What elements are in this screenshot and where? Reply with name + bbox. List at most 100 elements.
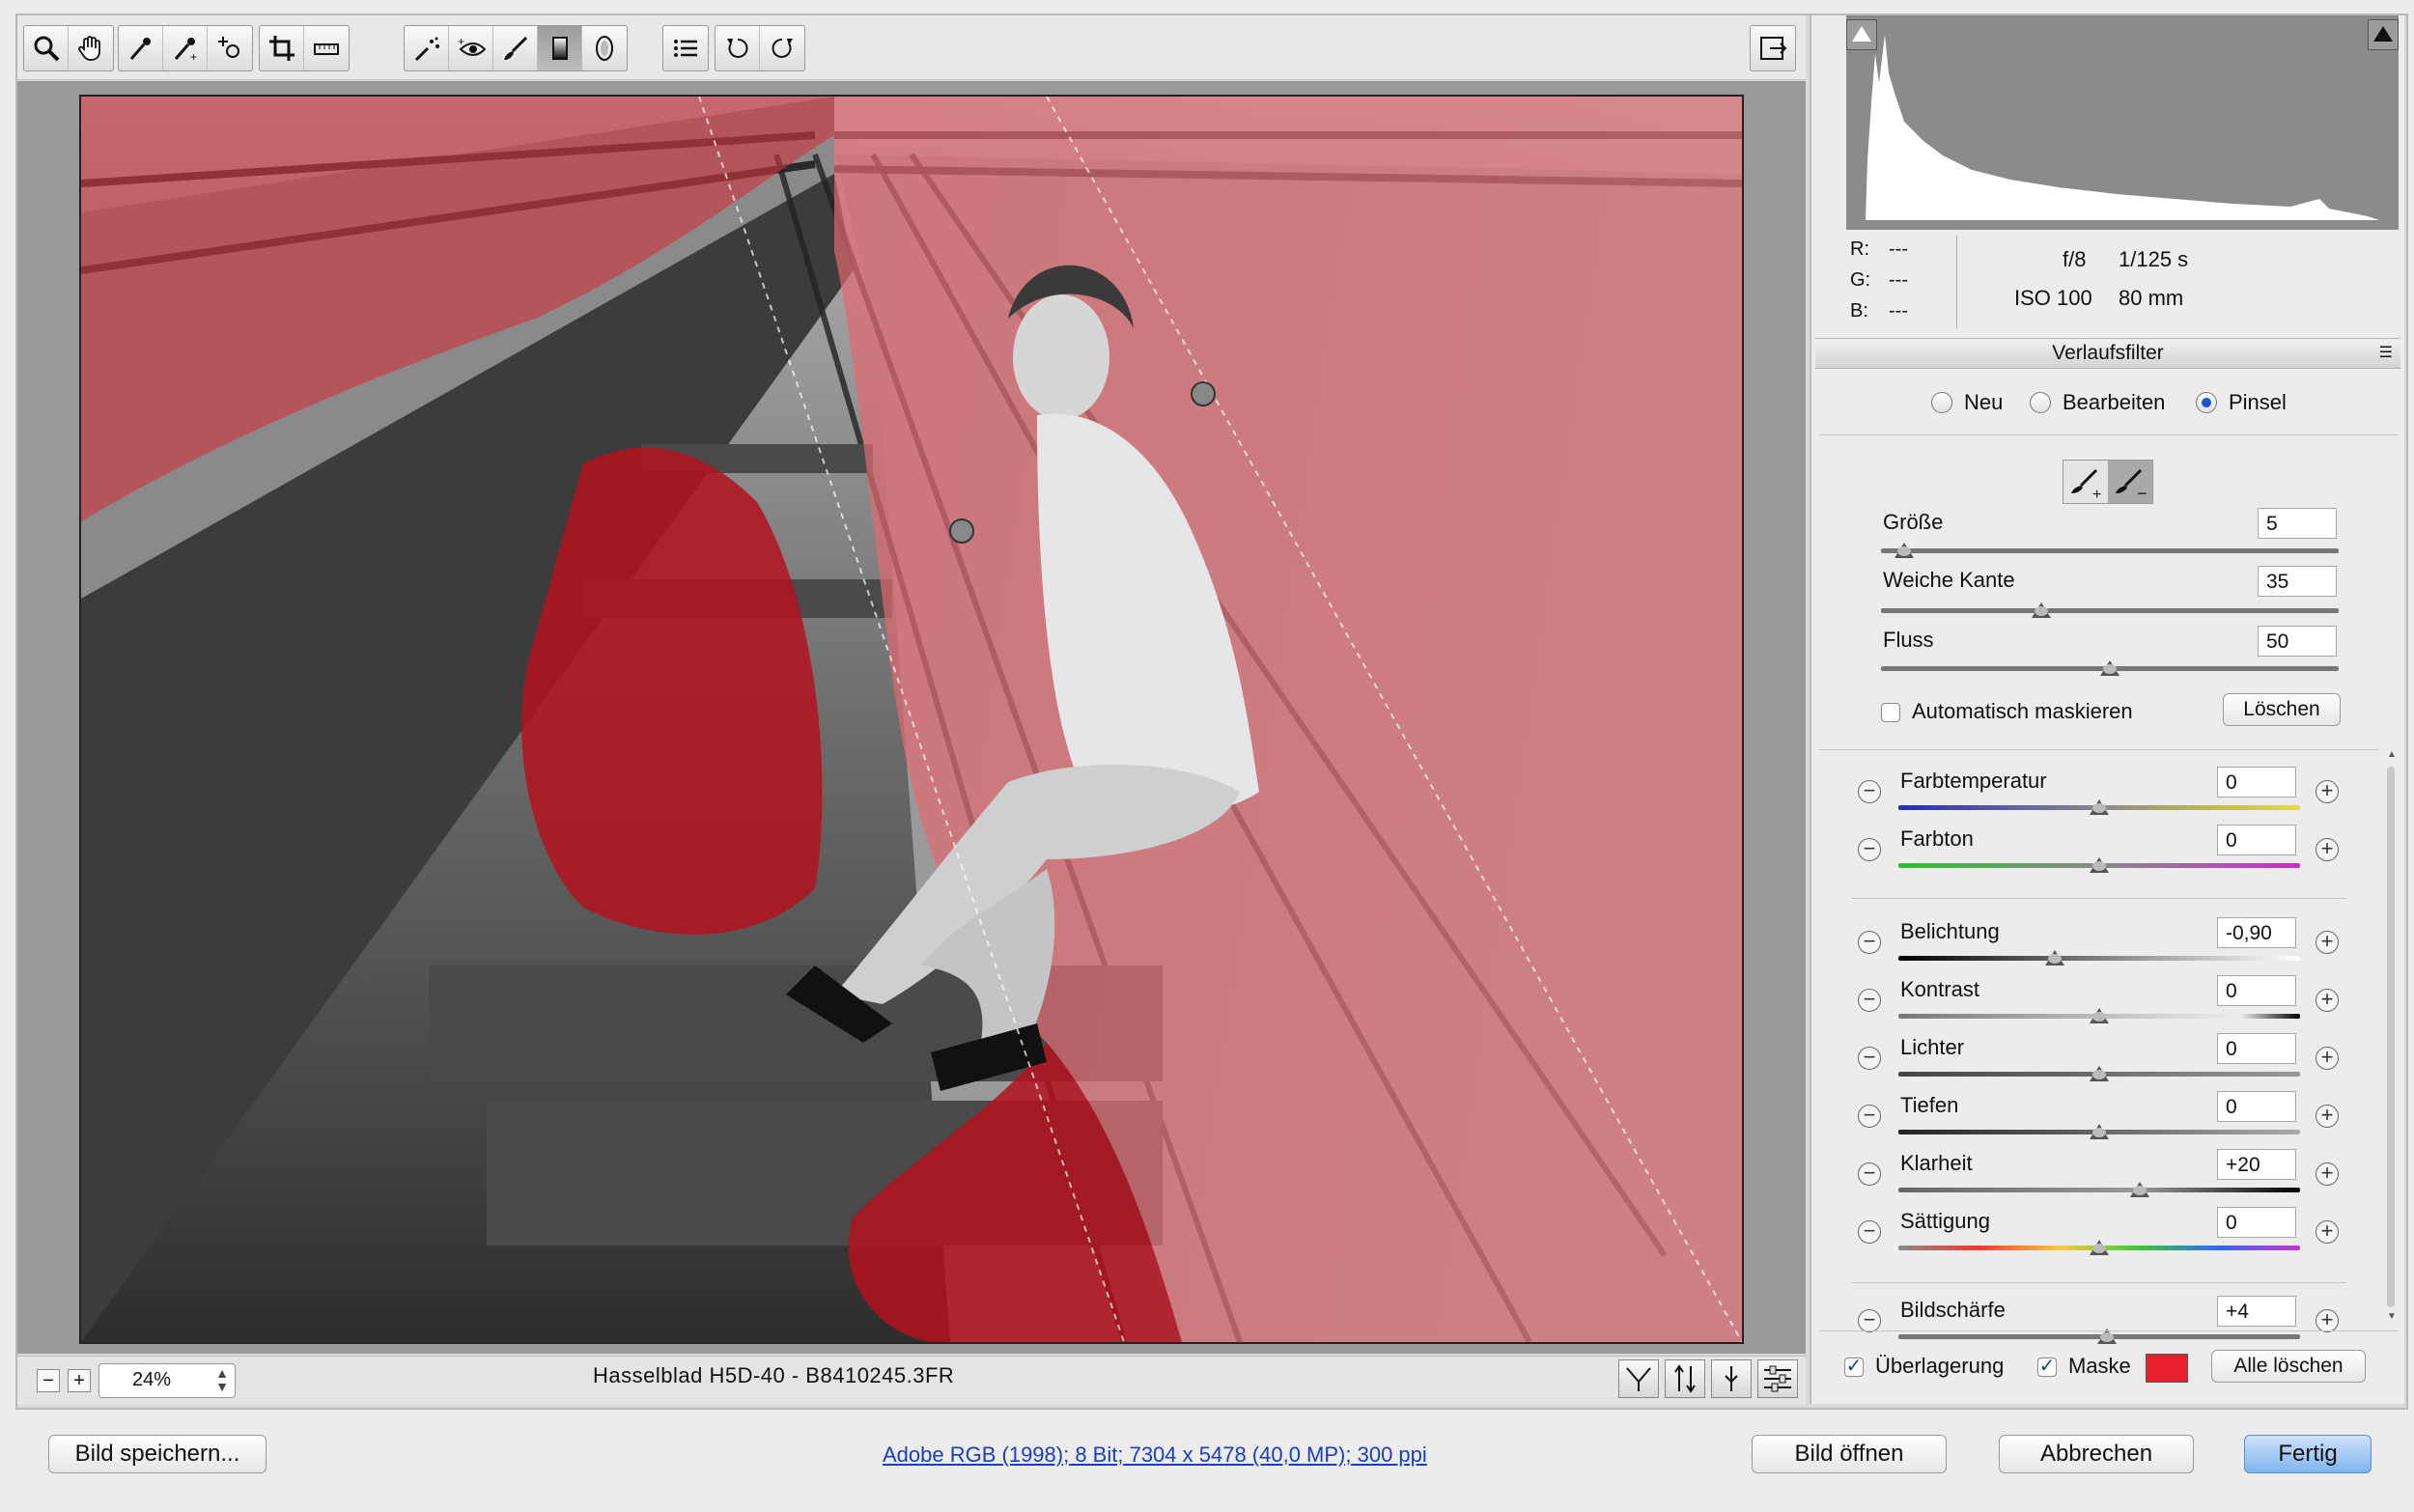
overlay-checkbox[interactable]: ✓ (1844, 1357, 1864, 1377)
zoom-icon[interactable] (24, 26, 69, 70)
adjustment-value-input[interactable]: 0 (2217, 975, 2296, 1006)
weiche-kante-slider-thumb[interactable] (2031, 602, 2051, 618)
decrease-klarheit-button[interactable]: − (1858, 1162, 1881, 1186)
fertig-button[interactable]: Fertig (2244, 1435, 2372, 1473)
adjustment-value-input[interactable]: 0 (2217, 1091, 2296, 1122)
straighten-icon[interactable] (304, 26, 349, 70)
hand-icon[interactable] (69, 26, 113, 70)
graduated-filter-icon[interactable] (538, 26, 582, 70)
adjustment-label: Kontrast (1900, 977, 1979, 1001)
adjustment-slider-thumb[interactable] (2090, 857, 2109, 873)
adjustment-slider-thumb[interactable] (2090, 1240, 2109, 1255)
adjustment-slider-thumb[interactable] (2045, 950, 2065, 966)
fluss-slider-thumb[interactable] (2100, 660, 2119, 676)
fullscreen-icon[interactable] (1751, 26, 1795, 70)
decrease-farbton-button[interactable]: − (1858, 838, 1881, 861)
white-balance-icon[interactable] (119, 26, 163, 70)
mask-checkbox[interactable]: ✓ (2037, 1357, 2057, 1377)
adjustment-slider-thumb[interactable] (2090, 1066, 2109, 1081)
adjustment-slider-thumb[interactable] (2129, 1182, 2149, 1197)
increase-tiefen-button[interactable]: + (2316, 1105, 2339, 1128)
increase-belichtung-button[interactable]: + (2316, 931, 2339, 954)
adjustment-value-input[interactable]: +4 (2217, 1296, 2296, 1327)
weiche-kante-input[interactable]: 35 (2258, 566, 2337, 597)
preview-preferences-button[interactable] (1757, 1359, 1798, 1398)
decrease-kontrast-button[interactable]: − (1858, 989, 1881, 1012)
scroll-thumb[interactable] (2387, 767, 2395, 1307)
radial-filter-icon[interactable] (582, 26, 627, 70)
panel-title: Verlaufsfilter ☰ (1815, 338, 2400, 369)
rotate-left-icon[interactable] (716, 26, 760, 70)
red-eye-icon[interactable]: + (449, 26, 493, 70)
adjustment-value-input[interactable]: 0 (2217, 1033, 2296, 1064)
alle-loeschen-button[interactable]: Alle löschen (2211, 1350, 2366, 1383)
adjustment-value-input[interactable]: 0 (2217, 767, 2296, 798)
zoom-select[interactable]: 24% ▲ ▼ (98, 1363, 236, 1398)
color-sampler-icon[interactable]: + (163, 26, 208, 70)
adjustment-slider-track[interactable] (1898, 956, 2300, 961)
photo-preview[interactable] (79, 95, 1744, 1344)
increase-kontrast-button[interactable]: + (2316, 989, 2339, 1012)
decrease-lichter-button[interactable]: − (1858, 1047, 1881, 1070)
groesse-slider-thumb[interactable] (1894, 543, 1914, 558)
zoom-out-button[interactable]: − (37, 1369, 60, 1392)
decrease-bildschärfe-button[interactable]: − (1858, 1309, 1881, 1332)
increase-lichter-button[interactable]: + (2316, 1047, 2339, 1070)
automask-checkbox[interactable] (1881, 703, 1900, 722)
brush-erase-icon[interactable]: − (2108, 461, 2152, 503)
brush-add-icon[interactable]: + (2063, 461, 2108, 503)
tool-group-local: + (404, 25, 628, 71)
separator (1852, 1282, 2346, 1283)
increase-farbtemperatur-button[interactable]: + (2316, 780, 2339, 803)
rotate-right-icon[interactable] (760, 26, 804, 70)
spot-removal-icon[interactable] (405, 26, 449, 70)
decrease-tiefen-button[interactable]: − (1858, 1105, 1881, 1128)
swap-settings-button[interactable] (1665, 1359, 1705, 1398)
decrease-farbtemperatur-button[interactable]: − (1858, 780, 1881, 803)
crop-icon[interactable] (260, 26, 304, 70)
weiche-kante-slider-track[interactable] (1881, 608, 2339, 613)
gradient-pin-start (949, 518, 974, 544)
mask-color-swatch[interactable] (2146, 1354, 2188, 1383)
adjustment-slider-thumb[interactable] (2090, 1008, 2109, 1023)
decrease-belichtung-button[interactable]: − (1858, 931, 1881, 954)
preferences-icon[interactable] (663, 26, 708, 70)
panel-menu-icon[interactable]: ☰ (2379, 339, 2393, 368)
adjustment-value-input[interactable]: -0,90 (2217, 917, 2296, 948)
before-after-button[interactable] (1618, 1359, 1659, 1398)
increase-sättigung-button[interactable]: + (2316, 1220, 2339, 1244)
workflow-options-link[interactable]: Adobe RGB (1998); 8 Bit; 7304 x 5478 (40… (883, 1442, 1427, 1468)
tool-group-rotate (715, 25, 805, 71)
decrease-sättigung-button[interactable]: − (1858, 1220, 1881, 1244)
adjustment-slider-thumb[interactable] (2090, 799, 2109, 815)
bild-speichern-button[interactable]: Bild speichern... (48, 1435, 267, 1473)
copy-settings-button[interactable] (1711, 1359, 1752, 1398)
adjustment-value-input[interactable]: 0 (2217, 825, 2296, 855)
groesse-slider-track[interactable] (1881, 548, 2339, 553)
adjustment-slider-track[interactable] (1898, 1188, 2300, 1192)
adjustment-slider-thumb[interactable] (2090, 1124, 2109, 1139)
abbrechen-button[interactable]: Abbrechen (1999, 1435, 2194, 1473)
mode-pinsel-radio[interactable] (2196, 392, 2217, 413)
loeschen-button[interactable]: Löschen (2223, 693, 2341, 726)
panel-scrollbar[interactable]: ▲ ▼ (2383, 749, 2399, 1329)
increase-bildschärfe-button[interactable]: + (2316, 1309, 2339, 1332)
increase-klarheit-button[interactable]: + (2316, 1162, 2339, 1186)
groesse-input[interactable]: 5 (2258, 508, 2337, 539)
scroll-down-icon[interactable]: ▼ (2387, 1311, 2397, 1322)
bild-oeffnen-button[interactable]: Bild öffnen (1752, 1435, 1947, 1473)
mode-bearbeiten-radio[interactable] (2030, 392, 2051, 413)
separator (1819, 434, 2399, 435)
scroll-up-icon[interactable]: ▲ (2387, 749, 2397, 760)
increase-farbton-button[interactable]: + (2316, 838, 2339, 861)
b-label: B: (1850, 300, 1868, 322)
histogram (1846, 15, 2399, 230)
adjustment-value-input[interactable]: +20 (2217, 1149, 2296, 1180)
fluss-input[interactable]: 50 (2258, 626, 2337, 657)
targeted-adjustment-icon[interactable] (208, 26, 252, 70)
mode-neu-radio[interactable] (1931, 392, 1952, 413)
adjustment-brush-icon[interactable] (493, 26, 538, 70)
shutter-speed: 1/125 s (2119, 247, 2189, 271)
zoom-in-button[interactable]: + (68, 1369, 91, 1392)
adjustment-value-input[interactable]: 0 (2217, 1207, 2296, 1238)
